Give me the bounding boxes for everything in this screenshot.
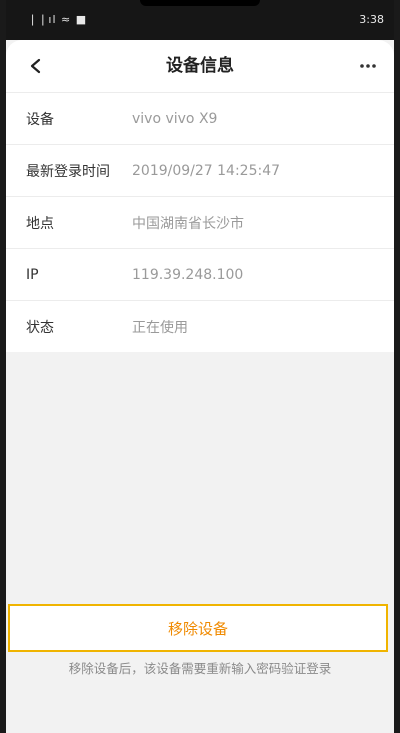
status-row: 状态 正在使用 — [6, 300, 394, 352]
device-label: 设备 — [26, 111, 54, 128]
status-left-icons: ❘❘ıl ≈ ■ — [28, 13, 88, 26]
more-button[interactable] — [354, 52, 382, 80]
phone-screen: ❘❘ıl ≈ ■ 3:38 设备信息 设备 vivo vivo X9 最新登录时… — [6, 0, 394, 733]
location-label: 地点 — [26, 215, 54, 232]
status-label: 状态 — [26, 319, 54, 336]
location-row: 地点 中国湖南省长沙市 — [6, 196, 394, 248]
last-login-label: 最新登录时间 — [26, 163, 110, 180]
ip-label: IP — [26, 266, 39, 283]
remove-device-button[interactable]: 移除设备 — [8, 604, 388, 652]
remove-hint-text: 移除设备后，该设备需要重新输入密码验证登录 — [68, 661, 332, 676]
ip-row: IP 119.39.248.100 — [6, 248, 394, 300]
status-right-icons: 3:38 — [359, 0, 384, 40]
status-value: 正在使用 — [132, 319, 188, 336]
device-value: vivo vivo X9 — [132, 110, 218, 127]
status-bar: ❘❘ıl ≈ ■ 3:38 — [6, 0, 394, 40]
ip-value: 119.39.248.100 — [132, 266, 244, 283]
location-value: 中国湖南省长沙市 — [132, 215, 244, 232]
camera-notch — [140, 0, 260, 6]
device-row: 设备 vivo vivo X9 — [6, 92, 394, 144]
page-title: 设备信息 — [166, 56, 234, 76]
device-info-list: 设备 vivo vivo X9 最新登录时间 2019/09/27 14:25:… — [6, 92, 394, 352]
more-dots-icon — [360, 64, 376, 68]
app-screen: 设备信息 设备 vivo vivo X9 最新登录时间 2019/09/27 1… — [6, 40, 394, 733]
last-login-value: 2019/09/27 14:25:47 — [132, 162, 281, 179]
nav-bar: 设备信息 — [6, 40, 394, 92]
last-login-row: 最新登录时间 2019/09/27 14:25:47 — [6, 144, 394, 196]
status-time: 3:38 — [359, 13, 384, 26]
